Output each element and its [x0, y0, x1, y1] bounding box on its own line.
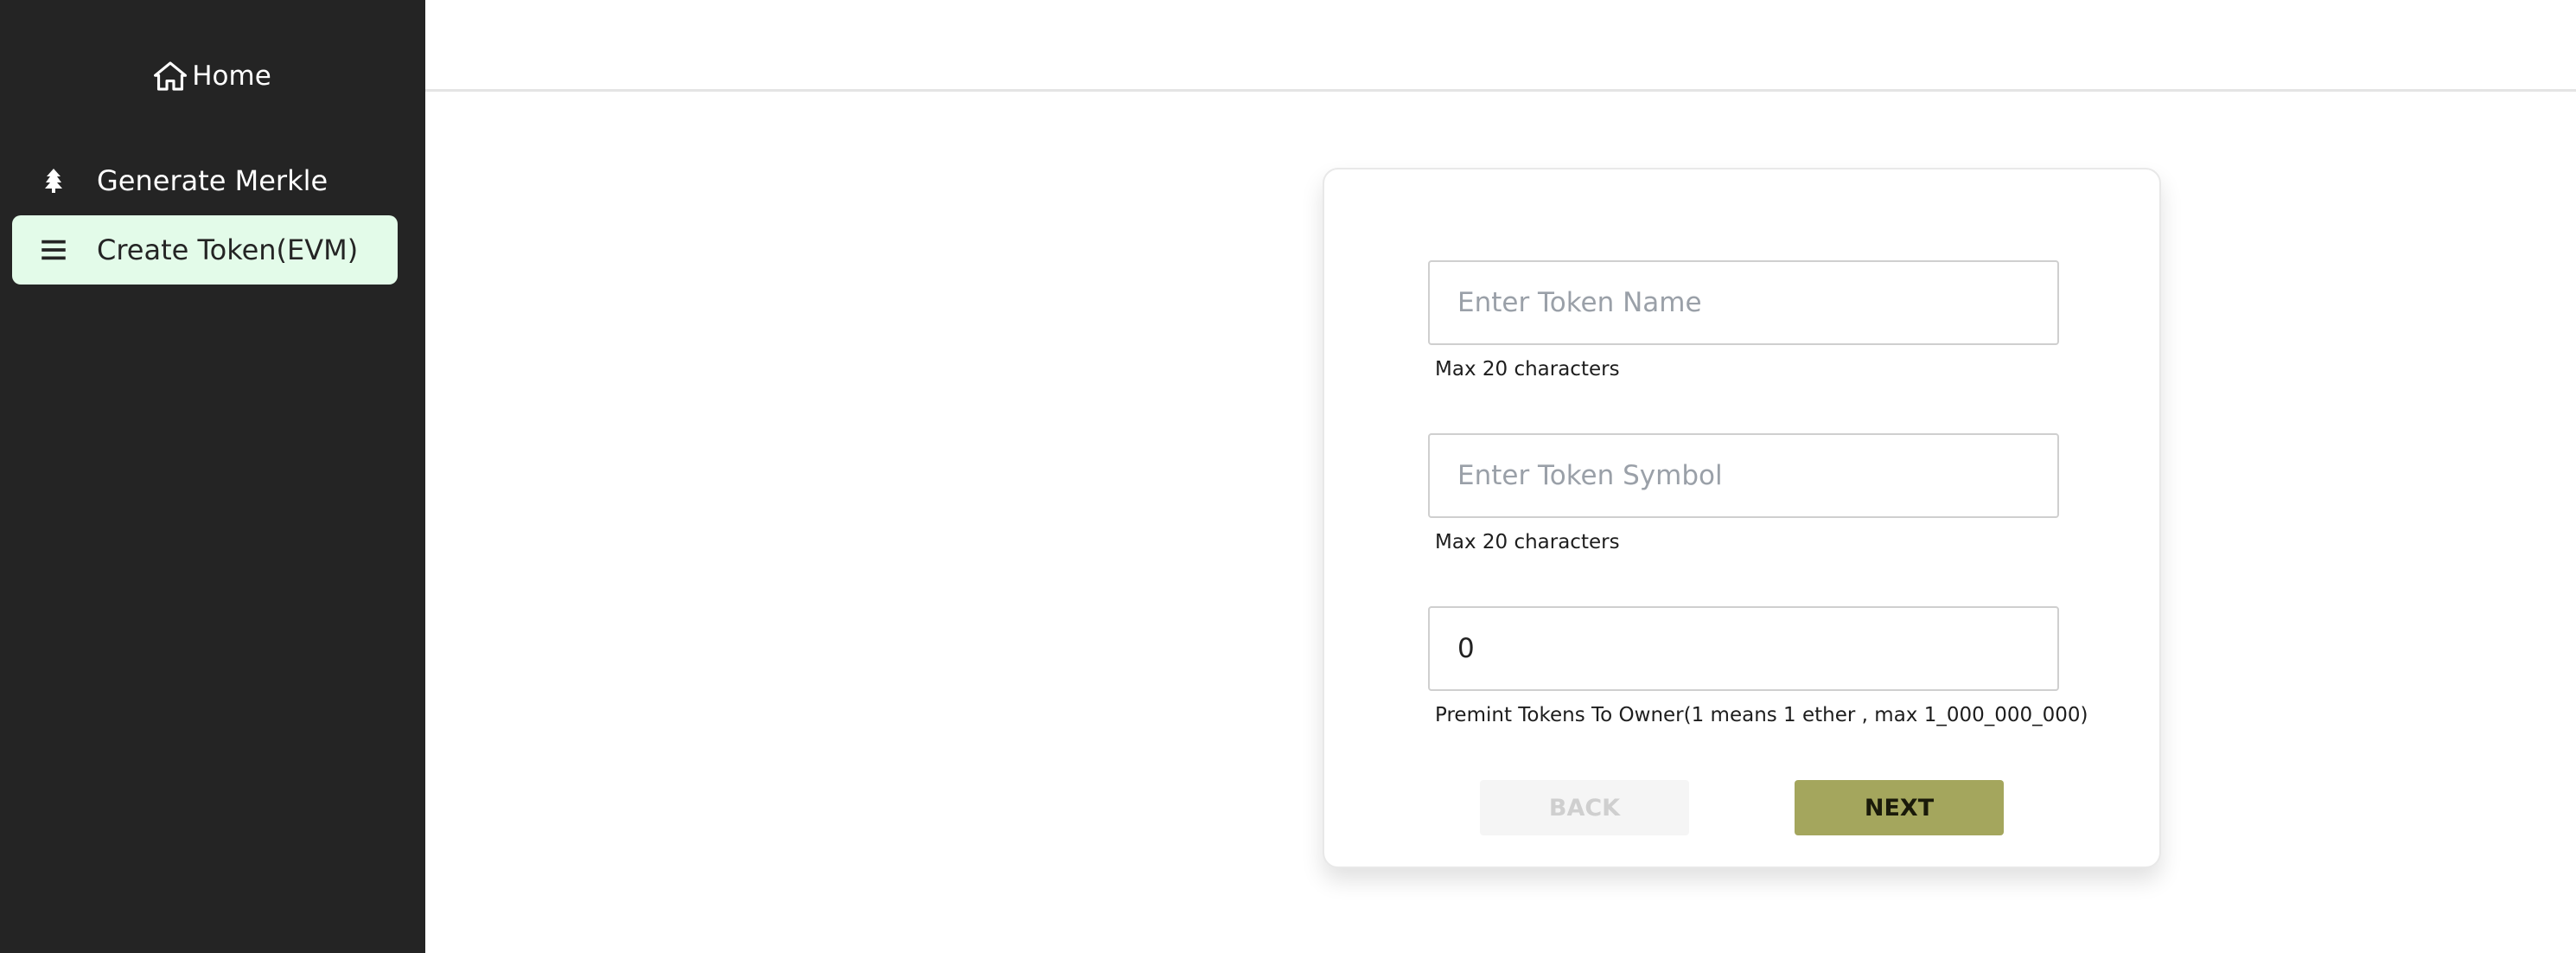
sidebar-item-create-token[interactable]: Create Token(EVM) — [12, 215, 398, 285]
token-symbol-input[interactable] — [1428, 433, 2059, 518]
sidebar-item-label: Generate Merkle — [97, 164, 328, 197]
premint-hint: Premint Tokens To Owner(1 means 1 ether … — [1435, 704, 2088, 726]
next-button[interactable]: NEXT — [1795, 780, 2004, 835]
token-name-hint: Max 20 characters — [1435, 358, 1620, 381]
tree-icon — [36, 163, 71, 198]
token-symbol-hint: Max 20 characters — [1435, 531, 1620, 553]
sidebar: Home Generate Merkle Create Token(EVM) — [0, 0, 425, 953]
premint-amount-input[interactable] — [1428, 606, 2059, 691]
back-button[interactable]: BACK — [1480, 780, 1689, 835]
sidebar-item-generate-merkle[interactable]: Generate Merkle — [12, 146, 398, 215]
top-bar — [425, 0, 2576, 92]
home-link[interactable]: Home — [0, 57, 425, 95]
home-label: Home — [192, 61, 271, 92]
menu-icon — [36, 233, 71, 267]
home-icon — [154, 61, 188, 91]
create-token-card: Max 20 characters Max 20 characters Prem… — [1323, 168, 2161, 868]
sidebar-item-label: Create Token(EVM) — [97, 233, 359, 266]
token-name-input[interactable] — [1428, 260, 2059, 345]
